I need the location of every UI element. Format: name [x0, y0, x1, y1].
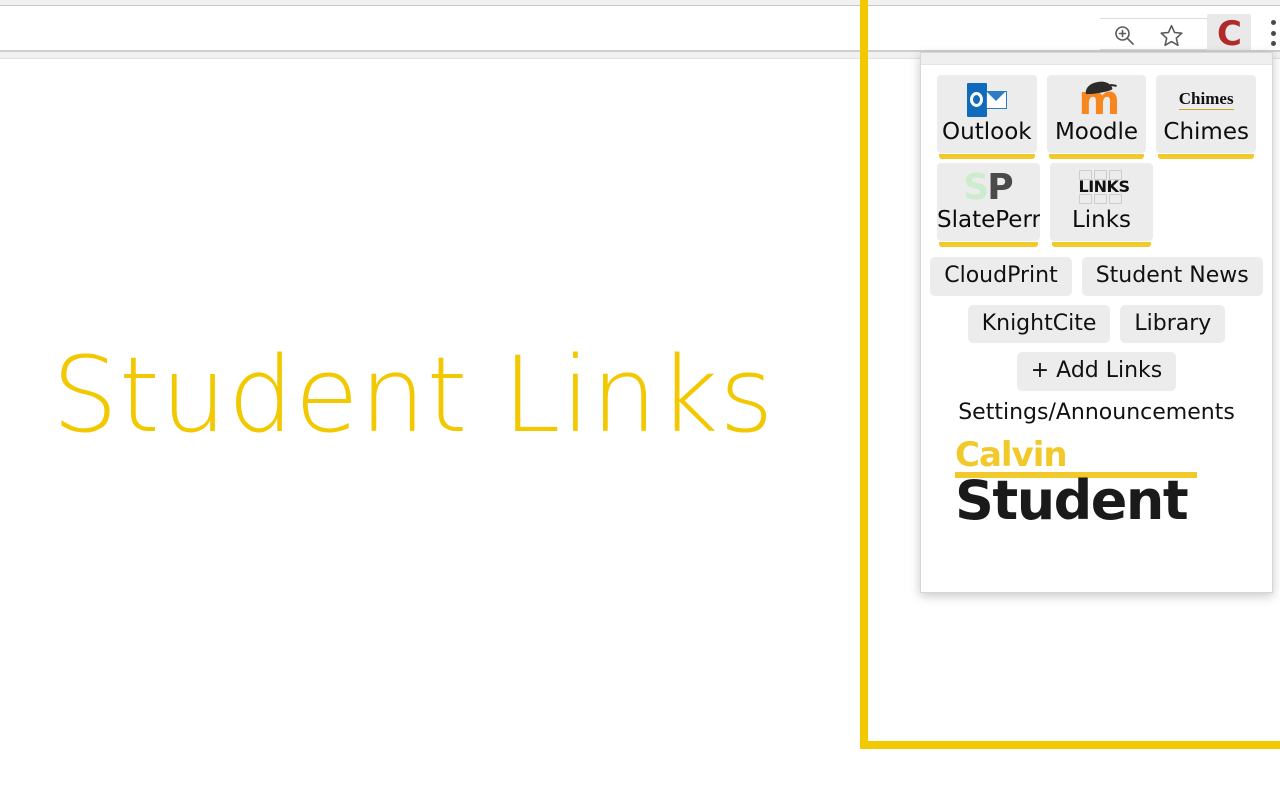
tile-row-2: S P SlatePermission	[937, 163, 1256, 247]
tile-outlook[interactable]: Outlook	[937, 75, 1037, 159]
links-wordmark: LINKS	[1078, 177, 1130, 196]
tile-row-1: Outlook m Moodle Chimes Chimes	[937, 75, 1257, 159]
screen: C Student Links Outlook m Moodle Chimes …	[0, 0, 1280, 800]
extension-icon-letter: C	[1217, 14, 1242, 54]
pill-row-1: CloudPrint Student News	[930, 257, 1263, 296]
pill-library[interactable]: Library	[1120, 304, 1226, 344]
zoom-in-icon[interactable]	[1108, 20, 1140, 50]
tile-label: Outlook	[942, 121, 1032, 144]
popup-body: Outlook m Moodle Chimes Chimes S P Slate…	[921, 65, 1272, 528]
calvin-student-logo: Calvin Student	[937, 434, 1256, 533]
extension-popup: Outlook m Moodle Chimes Chimes S P Slate…	[920, 52, 1273, 593]
menu-dot	[1270, 30, 1276, 36]
sp-letter-s: S	[963, 167, 990, 208]
popup-header	[921, 53, 1272, 65]
calvin-extension-button[interactable]: C	[1207, 14, 1251, 54]
add-links-button[interactable]: + Add Links	[1016, 352, 1177, 391]
settings-announcements-link[interactable]: Settings/Announcements	[937, 400, 1256, 425]
tile-chimes[interactable]: Chimes Chimes	[1156, 75, 1257, 159]
tile-label: Moodle	[1054, 121, 1139, 144]
chimes-icon: Chimes	[1178, 81, 1234, 119]
bookmark-star-icon[interactable]	[1155, 20, 1187, 50]
moodle-icon: m	[1078, 78, 1121, 124]
slatepermission-icon: S P	[963, 169, 1013, 207]
links-grid-icon: LINKS	[1078, 169, 1130, 207]
pill-knightcite[interactable]: KnightCite	[967, 304, 1111, 344]
outlook-icon	[966, 81, 1007, 119]
tile-moodle[interactable]: m Moodle	[1046, 75, 1147, 159]
browser-toolbar: C	[0, 6, 1280, 54]
logo-calvin-text: Calvin	[955, 434, 1068, 475]
chimes-wordmark: Chimes	[1178, 89, 1234, 111]
menu-dot	[1270, 20, 1276, 25]
decorative-frame-horizontal	[860, 741, 1280, 749]
sp-letter-p: P	[987, 167, 1014, 208]
menu-dot	[1270, 41, 1276, 46]
pill-row-2: KnightCite Library	[937, 304, 1256, 344]
pill-row-3: + Add Links	[937, 352, 1256, 391]
decorative-frame-vertical	[860, 0, 868, 749]
page-title: Student Links	[52, 334, 775, 456]
tile-links[interactable]: LINKS Links	[1050, 163, 1153, 247]
logo-student-text: Student	[955, 469, 1189, 533]
tile-slatepermission[interactable]: S P SlatePermission	[937, 163, 1040, 247]
tile-label: Chimes	[1163, 121, 1249, 144]
tile-label: SlatePermission	[937, 209, 1040, 232]
tile-label: Links	[1071, 209, 1132, 232]
pill-cloudprint[interactable]: CloudPrint	[930, 257, 1072, 296]
three-dot-menu-icon[interactable]	[1268, 20, 1278, 46]
pill-student-news[interactable]: Student News	[1081, 257, 1263, 296]
